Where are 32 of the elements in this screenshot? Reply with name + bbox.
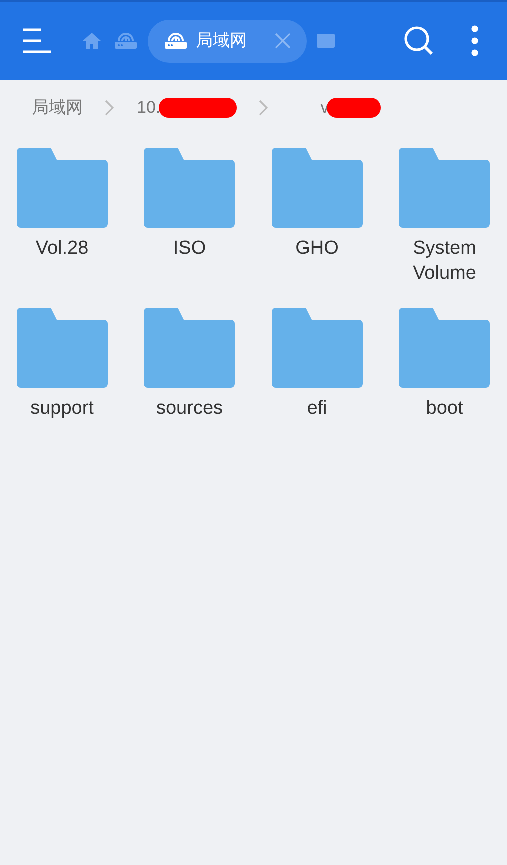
folder-icon[interactable]	[272, 308, 363, 388]
home-icon	[82, 32, 102, 50]
breadcrumb-item[interactable]: 局域网	[32, 95, 83, 121]
folder-name: boot	[425, 397, 464, 421]
menu-button[interactable]	[22, 26, 54, 56]
folder-name: sources	[155, 397, 224, 421]
breadcrumb-item[interactable]: 10.	[137, 95, 161, 121]
folder-name: System Volume	[412, 237, 478, 286]
folder-icon[interactable]	[272, 148, 363, 228]
router-icon	[114, 32, 138, 50]
sd-card-icon	[317, 34, 335, 48]
search-icon	[403, 25, 435, 57]
location-tab[interactable]: 局域网	[148, 20, 307, 62]
folder-name: GHO	[294, 237, 340, 261]
folder-icon[interactable]	[399, 308, 490, 388]
chevron-icon	[105, 100, 115, 116]
folder-name: efi	[306, 397, 328, 421]
search-button[interactable]	[402, 24, 436, 58]
more-icon	[470, 25, 480, 57]
folder-name: Vol.28	[34, 237, 90, 261]
folder-icon[interactable]	[16, 308, 108, 388]
folder-name: ISO	[172, 237, 208, 261]
folder-icon[interactable]	[16, 148, 108, 228]
folder-icon[interactable]	[144, 148, 236, 228]
menu-icon	[22, 28, 52, 54]
close-icon	[275, 33, 291, 49]
folder-icon[interactable]	[399, 148, 490, 228]
folder-icon[interactable]	[144, 308, 236, 388]
more-button[interactable]	[470, 25, 480, 57]
folder-name: support	[30, 397, 95, 421]
router-icon	[164, 32, 188, 50]
chevron-icon	[258, 100, 269, 116]
